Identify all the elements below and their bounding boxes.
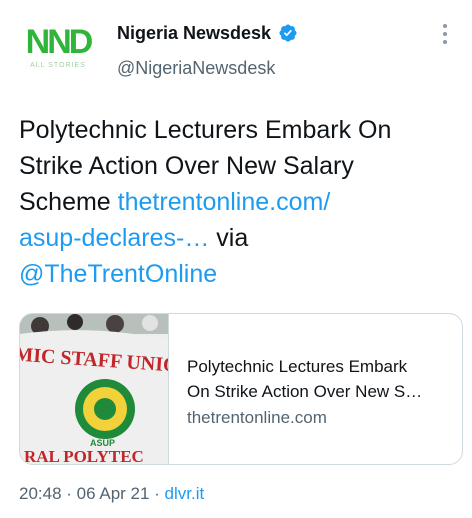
more-options-icon[interactable]: [440, 24, 450, 48]
meta-separator-2: ·: [149, 484, 165, 503]
link-preview-card[interactable]: MIC STAFF UNION OF PO ASUP RAL POLYTEC P…: [19, 313, 463, 465]
tweet-source-link[interactable]: dlvr.it: [165, 484, 205, 503]
tweet-link-part1[interactable]: thetrentonline.com/: [118, 188, 331, 216]
tweet-meta: 20:48 · 06 Apr 21 · dlvr.it: [19, 484, 204, 504]
card-title-line1[interactable]: Polytechnic Lectures Embark: [187, 354, 449, 379]
card-title[interactable]: Polytechnic Lectures Embark On Strike Ac…: [187, 354, 449, 404]
author-handle[interactable]: @NigeriaNewsdesk: [117, 58, 275, 79]
display-name[interactable]: Nigeria Newsdesk: [117, 23, 271, 44]
card-title-line2[interactable]: On Strike Action Over New S…: [187, 379, 449, 404]
tweet-link-part2[interactable]: asup-declares-…: [19, 224, 209, 252]
tweet-text-via: via: [209, 224, 249, 252]
card-banner-text-bottom: RAL POLYTEC: [24, 447, 144, 464]
avatar-logo-text: NND: [25, 23, 94, 61]
tweet-mention-link[interactable]: @TheTrentOnline: [19, 260, 217, 288]
tweet-text: Polytechnic Lecturers Embark On Strike A…: [19, 112, 449, 292]
verified-badge-icon: [279, 24, 297, 42]
author-name-row[interactable]: Nigeria Newsdesk: [117, 20, 298, 46]
avatar-logo-subtext: ALL STORIES: [30, 62, 86, 69]
meta-separator: ·: [61, 484, 77, 503]
tweet-date[interactable]: 06 Apr 21: [77, 484, 150, 503]
card-thumbnail-image: MIC STAFF UNION OF PO ASUP RAL POLYTEC: [20, 314, 169, 464]
tweet-time[interactable]: 20:48: [19, 484, 62, 503]
card-domain: thetrentonline.com: [187, 408, 327, 427]
avatar[interactable]: NND ALL STORIES: [19, 18, 97, 80]
